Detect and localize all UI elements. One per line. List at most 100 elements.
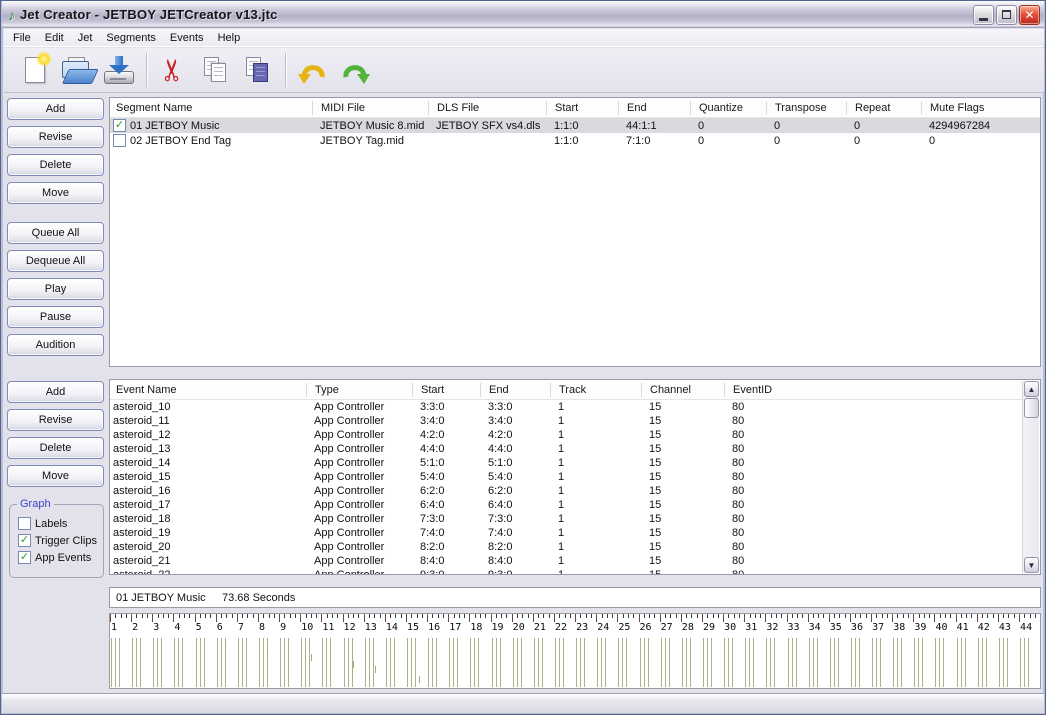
event-cell-start: 8:2:0 xyxy=(412,541,480,553)
column-header-segment-name[interactable]: Segment Name xyxy=(110,101,312,115)
labels-checkbox[interactable] xyxy=(18,517,31,530)
segments-move-button[interactable]: Move xyxy=(7,182,104,204)
segment-row[interactable]: ✓01 JETBOY MusicJETBOY Music 8.midJETBOY… xyxy=(110,118,1040,133)
event-cell-track: 1 xyxy=(550,513,641,525)
timeline-measure: 5 xyxy=(195,614,216,688)
close-button[interactable]: ✕ xyxy=(1019,5,1040,25)
events-revise-button[interactable]: Revise xyxy=(7,409,104,431)
column-header-repeat[interactable]: Repeat xyxy=(846,101,921,115)
event-cell-name: asteroid_19 xyxy=(110,527,306,539)
events-add-button[interactable]: Add xyxy=(7,381,104,403)
events-delete-button[interactable]: Delete xyxy=(7,437,104,459)
column-header-transpose[interactable]: Transpose xyxy=(766,101,846,115)
toolbar-separator xyxy=(285,53,286,87)
events-scrollbar[interactable]: ▲ ▼ xyxy=(1022,381,1039,573)
paste-button[interactable] xyxy=(237,50,279,90)
column-header-end[interactable]: End xyxy=(480,383,550,397)
trigger-clip-line xyxy=(478,638,479,687)
column-header-channel[interactable]: Channel xyxy=(641,383,724,397)
column-header-start[interactable]: Start xyxy=(546,101,618,115)
beat-tick xyxy=(644,614,645,618)
menu-item-segments[interactable]: Segments xyxy=(99,30,163,46)
event-row[interactable]: asteroid_17App Controller6:4:06:4:011580 xyxy=(110,498,1022,512)
segment-checkbox[interactable] xyxy=(113,134,126,147)
column-header-quantize[interactable]: Quantize xyxy=(690,101,766,115)
graph-option-trigger-clips[interactable]: ✓Trigger Clips xyxy=(10,532,103,549)
column-header-dls-file[interactable]: DLS File xyxy=(428,101,546,115)
event-row[interactable]: asteroid_10App Controller3:3:03:3:011580 xyxy=(110,400,1022,414)
segments-play-button[interactable]: Play xyxy=(7,278,104,300)
trigger-clip-line xyxy=(576,638,577,687)
menu-item-events[interactable]: Events xyxy=(163,30,211,46)
segment-row[interactable]: 02 JETBOY End TagJETBOY Tag.mid1:1:07:1:… xyxy=(110,133,1040,148)
maximize-button[interactable] xyxy=(996,5,1017,25)
column-header-track[interactable]: Track xyxy=(550,383,641,397)
beat-tick xyxy=(1035,614,1036,618)
copy-button[interactable] xyxy=(195,50,237,90)
trigger-clip-line xyxy=(986,638,987,687)
beat-tick xyxy=(707,614,708,618)
trigger-clips-checkbox[interactable]: ✓ xyxy=(18,534,31,547)
segment-checkbox[interactable]: ✓ xyxy=(113,119,126,132)
trigger-clip-line xyxy=(182,638,183,687)
column-header-eventid[interactable]: EventID xyxy=(724,383,1022,397)
menu-item-edit[interactable]: Edit xyxy=(38,30,71,46)
event-cell-channel: 15 xyxy=(641,485,724,497)
event-row[interactable]: asteroid_22App Controller9:3:09:3:011580 xyxy=(110,568,1022,574)
column-header-end[interactable]: End xyxy=(618,101,690,115)
column-header-start[interactable]: Start xyxy=(412,383,480,397)
event-cell-type: App Controller xyxy=(306,499,412,511)
trigger-clip-line xyxy=(394,638,395,687)
open-file-button[interactable] xyxy=(56,50,98,90)
column-header-type[interactable]: Type xyxy=(306,383,412,397)
menu-item-help[interactable]: Help xyxy=(211,30,248,46)
event-row[interactable]: asteroid_11App Controller3:4:03:4:011580 xyxy=(110,414,1022,428)
column-header-midi-file[interactable]: MIDI File xyxy=(312,101,428,115)
beat-tick xyxy=(136,614,137,618)
column-header-event-name[interactable]: Event Name xyxy=(110,383,306,397)
app-events-checkbox[interactable]: ✓ xyxy=(18,551,31,564)
menu-item-jet[interactable]: Jet xyxy=(71,30,100,46)
event-cell-channel: 15 xyxy=(641,499,724,511)
timeline-measure-number: 15 xyxy=(407,622,419,633)
scroll-down-icon[interactable]: ▼ xyxy=(1024,557,1039,573)
segments-audition-button[interactable]: Audition xyxy=(7,334,104,356)
beat-tick xyxy=(295,614,296,618)
event-row[interactable]: asteroid_14App Controller5:1:05:1:011580 xyxy=(110,456,1022,470)
menu-item-file[interactable]: File xyxy=(6,30,38,46)
trigger-clip-line xyxy=(965,638,966,687)
segments-revise-button[interactable]: Revise xyxy=(7,126,104,148)
event-row[interactable]: asteroid_15App Controller5:4:05:4:011580 xyxy=(110,470,1022,484)
event-cell-channel: 15 xyxy=(641,569,724,574)
event-row[interactable]: asteroid_12App Controller4:2:04:2:011580 xyxy=(110,428,1022,442)
segments-dequeue-all-button[interactable]: Dequeue All xyxy=(7,250,104,272)
new-file-button[interactable] xyxy=(14,50,56,90)
segments-queue-all-button[interactable]: Queue All xyxy=(7,222,104,244)
minimize-button[interactable] xyxy=(973,5,994,25)
segments-add-button[interactable]: Add xyxy=(7,98,104,120)
save-file-button[interactable] xyxy=(98,50,140,90)
graph-option-app-events[interactable]: ✓App Events xyxy=(10,549,103,566)
events-move-button[interactable]: Move xyxy=(7,465,104,487)
measure-tick xyxy=(681,614,682,622)
event-row[interactable]: asteroid_16App Controller6:2:06:2:011580 xyxy=(110,484,1022,498)
event-row[interactable]: asteroid_21App Controller8:4:08:4:011580 xyxy=(110,554,1022,568)
event-cell-start: 7:4:0 xyxy=(412,527,480,539)
cut-button[interactable]: ✂ xyxy=(153,50,195,90)
column-header-mute-flags[interactable]: Mute Flags xyxy=(921,101,1040,115)
graph-option-labels[interactable]: Labels xyxy=(10,515,103,532)
event-row[interactable]: asteroid_19App Controller7:4:07:4:011580 xyxy=(110,526,1022,540)
redo-button[interactable] xyxy=(334,50,376,90)
timeline-graph[interactable]: 1234567891011121314151617181920212223242… xyxy=(109,613,1041,689)
event-row[interactable]: asteroid_18App Controller7:3:07:3:011580 xyxy=(110,512,1022,526)
scrollbar-thumb[interactable] xyxy=(1024,398,1039,418)
measure-tick xyxy=(173,614,174,622)
event-row[interactable]: asteroid_13App Controller4:4:04:4:011580 xyxy=(110,442,1022,456)
beat-tick xyxy=(411,614,412,618)
undo-button[interactable] xyxy=(292,50,334,90)
segment-cell-transpose: 0 xyxy=(766,135,846,147)
segments-pause-button[interactable]: Pause xyxy=(7,306,104,328)
segments-delete-button[interactable]: Delete xyxy=(7,154,104,176)
scroll-up-icon[interactable]: ▲ xyxy=(1024,381,1039,397)
event-row[interactable]: asteroid_20App Controller8:2:08:2:011580 xyxy=(110,540,1022,554)
